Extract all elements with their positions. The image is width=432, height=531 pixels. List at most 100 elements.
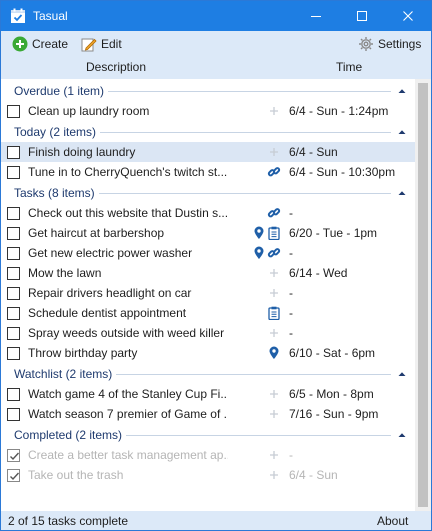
group-header[interactable]: Completed (2 items) xyxy=(1,425,415,445)
task-row[interactable]: Repair drivers headlight on car - xyxy=(1,283,415,303)
plus-icon[interactable] xyxy=(267,145,281,159)
status-bar: 2 of 15 tasks complete About xyxy=(1,511,431,530)
group-header[interactable]: Overdue (1 item) xyxy=(1,81,415,101)
task-checkbox[interactable] xyxy=(7,207,20,220)
task-checkbox[interactable] xyxy=(7,408,20,421)
collapse-chevron-icon[interactable] xyxy=(397,429,407,439)
task-row[interactable]: Watch season 7 premier of Game of ... 7/1… xyxy=(1,404,415,424)
task-time: 6/10 - Sat - 6pm xyxy=(289,346,376,360)
task-checkbox[interactable] xyxy=(7,166,20,179)
task-checkbox[interactable] xyxy=(7,347,20,360)
link-icon xyxy=(267,206,281,220)
task-row[interactable]: Get new electric power washer - xyxy=(1,243,415,263)
task-row[interactable]: Spray weeds outside with weed killer - xyxy=(1,323,415,343)
pencil-icon xyxy=(81,38,97,52)
task-row[interactable]: Tune in to CherryQuench's twitch st... 6/… xyxy=(1,162,415,182)
close-button[interactable] xyxy=(385,1,431,31)
minimize-button[interactable] xyxy=(293,1,339,31)
task-row[interactable]: Finish doing laundry 6/4 - Sun xyxy=(1,142,415,162)
maximize-icon xyxy=(357,11,367,21)
task-row[interactable]: Schedule dentist appointment - xyxy=(1,303,415,323)
task-checkbox[interactable] xyxy=(7,327,20,340)
collapse-chevron-icon[interactable] xyxy=(397,85,407,95)
plus-icon[interactable] xyxy=(267,387,281,401)
task-description: Clean up laundry room xyxy=(28,104,150,118)
create-label: Create xyxy=(32,37,69,51)
group-header[interactable]: Watchlist (2 items) xyxy=(1,364,415,384)
task-description: Schedule dentist appointment xyxy=(28,306,187,320)
task-row[interactable]: Check out this website that Dustin s... - xyxy=(1,203,415,223)
collapse-chevron-icon[interactable] xyxy=(397,368,407,378)
collapse-chevron-icon[interactable] xyxy=(397,187,407,197)
plus-icon[interactable] xyxy=(267,448,281,462)
scrollbar-thumb[interactable] xyxy=(418,83,428,507)
edit-label: Edit xyxy=(101,37,122,51)
group-header[interactable]: Tasks (8 items) xyxy=(1,183,415,203)
about-link[interactable]: About xyxy=(377,514,408,528)
task-row[interactable]: Watch game 4 of the Stanley Cup Fi... 6/5… xyxy=(1,384,415,404)
task-checkbox[interactable] xyxy=(7,469,20,482)
plus-icon[interactable] xyxy=(267,407,281,421)
column-time-header[interactable]: Time xyxy=(336,60,362,74)
task-time: 6/4 - Sun - 10:30pm xyxy=(289,165,396,179)
task-row[interactable]: Get haircut at barbershop 6/20 - Tue - 1p… xyxy=(1,223,415,243)
vertical-scrollbar[interactable] xyxy=(415,79,431,511)
task-row[interactable]: Throw birthday party 6/10 - Sat - 6pm xyxy=(1,343,415,363)
task-row[interactable]: Clean up laundry room 6/4 - Sun - 1:24pm xyxy=(1,101,415,121)
clipboard-icon xyxy=(267,226,281,240)
task-time: 6/5 - Mon - 8pm xyxy=(289,387,374,401)
create-button[interactable]: Create xyxy=(12,35,68,53)
task-time: - xyxy=(289,306,293,320)
settings-button[interactable]: Settings xyxy=(358,35,421,53)
task-time: - xyxy=(289,286,293,300)
task-checkbox[interactable] xyxy=(7,307,20,320)
task-description: Repair drivers headlight on car xyxy=(28,286,192,300)
gear-icon xyxy=(359,37,373,51)
task-checkbox[interactable] xyxy=(7,247,20,260)
task-list: Overdue (1 item) Clean up laundry room 6/4… xyxy=(1,79,415,511)
task-checkbox[interactable] xyxy=(7,267,20,280)
task-checkbox[interactable] xyxy=(7,146,20,159)
task-time: - xyxy=(289,448,293,462)
task-row[interactable]: Take out the trash 6/4 - Sun xyxy=(1,465,415,485)
plus-icon[interactable] xyxy=(267,468,281,482)
task-checkbox[interactable] xyxy=(7,287,20,300)
task-description: Spray weeds outside with weed killer xyxy=(28,326,225,340)
task-row[interactable]: Create a better task management ap... - xyxy=(1,445,415,465)
task-row[interactable]: Mow the lawn 6/14 - Wed xyxy=(1,263,415,283)
task-description: Take out the trash xyxy=(28,468,124,482)
link-icon xyxy=(267,246,281,260)
location-pin-icon xyxy=(252,246,266,260)
column-description-header[interactable]: Description xyxy=(86,60,146,74)
task-description: Check out this website that Dustin s... xyxy=(28,206,228,220)
location-pin-icon xyxy=(267,346,281,360)
clipboard-icon xyxy=(267,306,281,320)
task-checkbox[interactable] xyxy=(7,388,20,401)
minimize-icon xyxy=(311,16,321,17)
task-time: 6/14 - Wed xyxy=(289,266,348,280)
task-description: Throw birthday party xyxy=(28,346,138,360)
plus-icon[interactable] xyxy=(267,266,281,280)
task-checkbox[interactable] xyxy=(7,227,20,240)
task-time: 6/20 - Tue - 1pm xyxy=(289,226,378,240)
title-bar[interactable]: Tasual xyxy=(1,1,431,31)
task-description: Watch season 7 premier of Game of ... xyxy=(28,407,228,421)
task-time: 6/4 - Sun xyxy=(289,145,338,159)
task-time: 6/4 - Sun - 1:24pm xyxy=(289,104,389,118)
collapse-chevron-icon[interactable] xyxy=(397,126,407,136)
task-description: Watch game 4 of the Stanley Cup Fi... xyxy=(28,387,228,401)
task-description: Tune in to CherryQuench's twitch st... xyxy=(28,165,228,179)
task-description: Finish doing laundry xyxy=(28,145,136,159)
plus-icon[interactable] xyxy=(267,286,281,300)
maximize-button[interactable] xyxy=(339,1,385,31)
edit-button[interactable]: Edit xyxy=(81,35,122,53)
task-checkbox[interactable] xyxy=(7,449,20,462)
task-checkbox[interactable] xyxy=(7,105,20,118)
settings-label: Settings xyxy=(378,37,422,51)
calendar-check-icon xyxy=(11,8,25,23)
group-title: Tasks (8 items) xyxy=(14,186,99,200)
plus-icon[interactable] xyxy=(267,104,281,118)
plus-icon[interactable] xyxy=(267,326,281,340)
close-icon xyxy=(403,11,413,21)
group-header[interactable]: Today (2 items) xyxy=(1,122,415,142)
